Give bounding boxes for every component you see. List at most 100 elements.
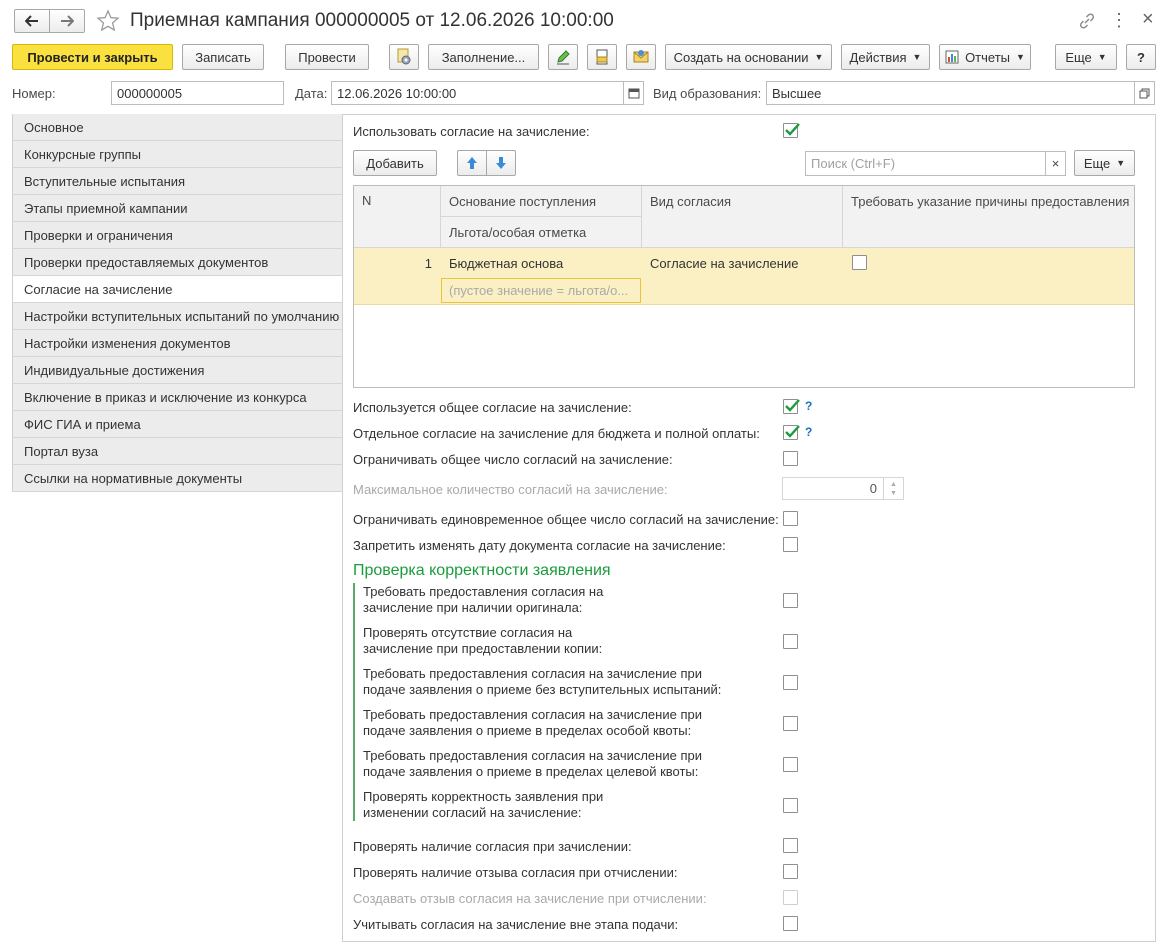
arrow-down-icon [496,157,506,169]
fill-button[interactable]: Заполнение... [428,44,539,70]
move-down-button[interactable] [486,150,516,176]
sidebar-item[interactable]: Ссылки на нормативные документы [12,465,343,492]
search-clear-icon[interactable]: × [1045,152,1065,175]
row-basis[interactable]: Бюджетная основа [449,256,563,271]
favorite-star-icon[interactable] [96,9,120,33]
spinner-icon[interactable]: ▲ ▼ [883,478,903,499]
check-withdrawal-checkbox[interactable] [783,864,798,879]
sidebar-item-label: Этапы приемной кампании [24,200,188,216]
chevron-down-icon: ▼ [1016,52,1025,62]
move-up-button[interactable] [457,150,487,176]
link-icon[interactable] [1078,12,1096,30]
check-no-exams-checkbox[interactable] [783,675,798,690]
more-vertical-icon[interactable]: ⋮ [1110,10,1128,31]
open-icon[interactable] [1134,82,1154,104]
help-question-icon[interactable]: ? [805,399,812,413]
education-type-field[interactable]: Высшее [766,81,1155,105]
print-button[interactable] [587,44,617,70]
edit-button[interactable] [548,44,578,70]
check-change-consent-label: Проверять корректность заявления при изм… [363,789,604,820]
forward-button[interactable] [49,9,85,33]
col-header-consent-type[interactable]: Вид согласия [650,194,731,209]
row-require-reason-checkbox[interactable] [852,255,867,270]
number-label: Номер: [12,86,56,101]
pencil-icon [557,50,570,65]
envelope-icon [633,50,649,63]
mail-button[interactable] [626,44,656,70]
sidebar-item[interactable]: Проверки предоставляемых документов [12,249,343,276]
check-special-quota-checkbox[interactable] [783,716,798,731]
limit-simultaneous-checkbox[interactable] [783,511,798,526]
col-header-require-reason[interactable]: Требовать указание причины предоставлени… [851,194,1129,209]
row-benefit: (пустое значение = льгота/о... [449,283,629,298]
common-consent-checkbox[interactable] [783,399,800,414]
row-consent-type[interactable]: Согласие на зачисление [650,256,798,271]
use-consent-checkbox[interactable] [783,123,800,138]
col-header-n[interactable]: N [362,193,371,208]
check-enrollment-checkbox[interactable] [783,838,798,853]
save-button[interactable]: Записать [182,44,264,70]
reports-button[interactable]: Отчеты ▼ [939,44,1031,70]
create-withdrawal-checkbox [783,890,798,905]
sidebar-item-label: Основное [24,119,84,135]
col-header-benefit[interactable]: Льгота/особая отметка [449,225,586,240]
calendar-icon[interactable] [623,82,643,104]
sidebar-item[interactable]: Включение в приказ и исключение из конку… [12,384,343,411]
sidebar-item-label: Ссылки на нормативные документы [24,470,243,486]
sidebar-item[interactable]: ФИС ГИА и приема [12,411,343,438]
create-withdrawal-label: Создавать отзыв согласия на зачисление п… [353,891,707,906]
sidebar-item[interactable]: Вступительные испытания [12,168,343,195]
search-input[interactable]: Поиск (Ctrl+F) × [805,151,1066,176]
outside-stage-label: Учитывать согласия на зачисление вне эта… [353,917,679,932]
section-border [353,583,355,821]
number-field[interactable]: 000000005 [111,81,284,105]
help-button[interactable]: ? [1126,44,1156,70]
forbid-date-change-checkbox[interactable] [783,537,798,552]
check-original-label: Требовать предоставления согласия на зач… [363,584,604,615]
use-consent-label: Использовать согласие на зачисление: [353,124,590,139]
sidebar-item-label: Проверки и ограничения [24,227,173,243]
check-change-consent-checkbox[interactable] [783,798,798,813]
back-button[interactable] [14,9,50,33]
col-header-basis[interactable]: Основание поступления [449,194,596,209]
date-label: Дата: [295,86,328,101]
sidebar-item[interactable]: Портал вуза [12,438,343,465]
check-copy-checkbox[interactable] [783,634,798,649]
sidebar-item[interactable]: Проверки и ограничения [12,222,343,249]
chevron-down-icon: ▼ [814,52,824,62]
common-consent-label: Используется общее согласие на зачислени… [353,400,632,415]
limit-total-label: Ограничивать общее число согласий на зач… [353,452,673,467]
sidebar-item[interactable]: Конкурсные группы [12,141,343,168]
sidebar-item[interactable]: Этапы приемной кампании [12,195,343,222]
row-benefit-cell[interactable]: (пустое значение = льгота/о... [441,278,641,303]
education-type-value: Высшее [772,85,822,101]
create-based-on-button[interactable]: Создать на основании ▼ [665,44,832,70]
actions-button[interactable]: Действия ▼ [841,44,930,70]
separate-consent-checkbox[interactable] [783,425,800,440]
sidebar-item[interactable]: Основное [12,114,343,141]
sidebar-item[interactable]: Настройки вступительных испытаний по умо… [12,303,343,330]
help-question-icon[interactable]: ? [805,425,812,439]
document-print-icon [596,49,608,65]
close-icon[interactable]: × [1142,8,1154,31]
actions-label: Действия [849,49,907,65]
add-button[interactable]: Добавить [353,150,437,176]
forbid-date-change-label: Запретить изменять дату документа соглас… [353,538,726,553]
limit-total-checkbox[interactable] [783,451,798,466]
date-field[interactable]: 12.06.2026 10:00:00 [331,81,644,105]
sidebar-item[interactable]: Настройки изменения документов [12,330,343,357]
sidebar-item[interactable]: Согласие на зачисление [12,276,343,303]
settings-gear-button[interactable] [389,44,419,70]
post-button[interactable]: Провести [285,44,369,70]
outside-stage-checkbox[interactable] [783,916,798,931]
check-original-checkbox[interactable] [783,593,798,608]
section-title: Проверка корректности заявления [353,562,611,579]
check-icon [785,399,800,412]
max-count-field[interactable]: 0 ▲ ▼ [782,477,904,500]
more-button[interactable]: Еще ▼ [1055,44,1117,70]
post-and-close-button[interactable]: Провести и закрыть [12,44,173,70]
limit-simultaneous-label: Ограничивать единовременное общее число … [353,512,779,527]
table-more-button[interactable]: Еще ▼ [1074,150,1135,176]
sidebar-item[interactable]: Индивидуальные достижения [12,357,343,384]
check-target-quota-checkbox[interactable] [783,757,798,772]
